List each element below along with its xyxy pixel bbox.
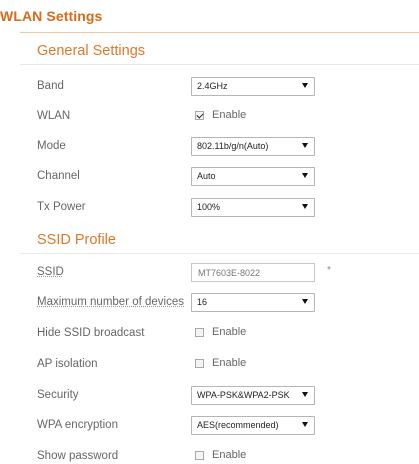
show-password-checkbox[interactable]: [195, 451, 204, 460]
tx-power-select-value: 100%: [197, 202, 221, 212]
channel-select-value: Auto: [197, 171, 216, 181]
show-password-enable-label: Enable: [212, 449, 247, 461]
general-settings-heading: General Settings: [37, 43, 146, 59]
ap-isolation-enable-label: Enable: [212, 357, 247, 369]
mode-row: Mode 802.11b/g/n(Auto): [37, 137, 419, 159]
chevron-down-icon: [302, 173, 308, 178]
channel-select[interactable]: Auto: [191, 167, 315, 186]
band-select[interactable]: 2.4GHz: [191, 77, 315, 96]
title-divider: [20, 32, 419, 33]
wlan-settings-page: WLAN Settings General Settings Band 2.4G…: [0, 0, 419, 464]
security-select[interactable]: WPA-PSK&WPA2-PSK: [191, 386, 315, 405]
wpa-encryption-select[interactable]: AES(recommended): [191, 416, 315, 435]
ssid-input[interactable]: [191, 263, 315, 282]
max-devices-row: Maximum number of devices 16: [37, 293, 419, 315]
ap-isolation-checkbox[interactable]: [195, 359, 204, 368]
required-mark: *: [327, 265, 331, 276]
ssid-profile-heading: SSID Profile: [37, 232, 116, 248]
wpa-encryption-label: WPA encryption: [37, 419, 118, 431]
hide-ssid-enable-label: Enable: [212, 326, 247, 338]
band-row: Band 2.4GHz: [37, 77, 419, 99]
wlan-row: WLAN Enable: [37, 107, 419, 129]
ssid-profile-divider: [20, 253, 419, 254]
chevron-down-icon: [302, 83, 308, 88]
ssid-row: SSID *: [37, 263, 419, 285]
security-label: Security: [37, 389, 79, 401]
wlan-enable-checkbox[interactable]: [195, 111, 204, 120]
max-devices-select[interactable]: 16: [191, 293, 315, 312]
ssid-label: SSID: [37, 266, 64, 278]
security-row: Security WPA-PSK&WPA2-PSK: [37, 386, 419, 408]
tx-power-select[interactable]: 100%: [191, 198, 315, 217]
mode-label: Mode: [37, 140, 66, 152]
wlan-enable-label: Enable: [212, 109, 247, 121]
mode-select[interactable]: 802.11b/g/n(Auto): [191, 137, 315, 156]
mode-select-value: 802.11b/g/n(Auto): [197, 141, 269, 151]
ap-isolation-row: AP isolation Enable: [37, 355, 419, 377]
chevron-down-icon: [302, 422, 308, 427]
chevron-down-icon: [302, 204, 308, 209]
band-select-value: 2.4GHz: [197, 81, 228, 91]
max-devices-label: Maximum number of devices: [37, 296, 184, 308]
max-devices-select-value: 16: [197, 297, 208, 307]
security-select-value: WPA-PSK&WPA2-PSK: [197, 390, 290, 400]
wlan-label: WLAN: [37, 110, 71, 122]
hide-ssid-label: Hide SSID broadcast: [37, 327, 145, 339]
channel-row: Channel Auto: [37, 167, 419, 189]
chevron-down-icon: [302, 299, 308, 304]
channel-label: Channel: [37, 170, 80, 182]
hide-ssid-row: Hide SSID broadcast Enable: [37, 324, 419, 346]
chevron-down-icon: [302, 392, 308, 397]
chevron-down-icon: [302, 143, 308, 148]
tx-power-row: Tx Power 100%: [37, 198, 419, 220]
general-settings-divider: [20, 64, 419, 65]
wpa-encryption-select-value: AES(recommended): [197, 420, 279, 430]
page-title: WLAN Settings: [0, 8, 103, 24]
band-label: Band: [37, 80, 64, 92]
show-password-label: Show password: [37, 450, 119, 462]
hide-ssid-checkbox[interactable]: [195, 328, 204, 337]
ap-isolation-label: AP isolation: [37, 358, 98, 370]
show-password-row: Show password Enable: [37, 447, 419, 464]
wpa-encryption-row: WPA encryption AES(recommended): [37, 416, 419, 438]
tx-power-label: Tx Power: [37, 201, 86, 213]
